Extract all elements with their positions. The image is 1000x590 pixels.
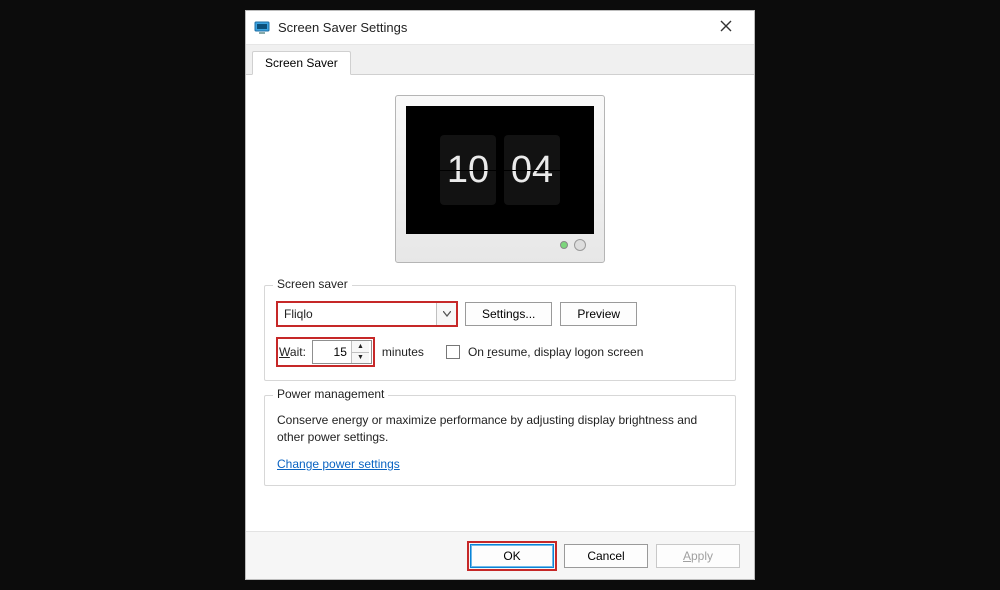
- wait-group: Wait: ▲ ▼: [277, 338, 374, 366]
- clock-minutes: 04: [504, 135, 560, 205]
- screensaver-select[interactable]: Fliqlo: [277, 302, 457, 326]
- wait-label: Wait:: [279, 345, 306, 359]
- monitor-power-icon: [574, 239, 586, 251]
- power-description: Conserve energy or maximize performance …: [277, 412, 723, 447]
- apply-button[interactable]: Apply: [656, 544, 740, 568]
- wait-spinner[interactable]: ▲ ▼: [312, 340, 372, 364]
- preview-screen: 10 04: [406, 106, 594, 234]
- monitor-illustration: 10 04: [395, 95, 605, 263]
- monitor-led-icon: [560, 241, 568, 249]
- screensaver-preview-button[interactable]: Preview: [560, 302, 637, 326]
- ok-button[interactable]: OK: [470, 544, 554, 568]
- screensaver-preview: 10 04: [264, 95, 736, 263]
- chevron-down-icon: [436, 303, 456, 325]
- dialog-body: 10 04 Screen saver Fliqlo: [246, 75, 754, 531]
- screensaver-settings-dialog: Screen Saver Settings Screen Saver 10 04: [245, 10, 755, 580]
- app-icon: [254, 20, 270, 36]
- window-title: Screen Saver Settings: [278, 20, 706, 35]
- title-bar: Screen Saver Settings: [246, 11, 754, 45]
- screensaver-settings-button[interactable]: Settings...: [465, 302, 552, 326]
- cancel-button[interactable]: Cancel: [564, 544, 648, 568]
- tab-strip: Screen Saver: [246, 45, 754, 75]
- tab-screen-saver[interactable]: Screen Saver: [252, 51, 351, 75]
- screensaver-group: Screen saver Fliqlo Settings... Preview …: [264, 285, 736, 381]
- dialog-footer: OK Cancel Apply: [246, 531, 754, 579]
- wait-input[interactable]: [313, 341, 351, 363]
- screensaver-select-value: Fliqlo: [278, 303, 436, 325]
- clock-hours: 10: [440, 135, 496, 205]
- close-icon: [720, 19, 732, 36]
- wait-unit: minutes: [382, 345, 424, 359]
- power-group-label: Power management: [273, 387, 388, 401]
- power-management-group: Power management Conserve energy or maxi…: [264, 395, 736, 486]
- spinner-down-icon[interactable]: ▼: [352, 353, 369, 364]
- spinner-up-icon[interactable]: ▲: [352, 341, 369, 353]
- screensaver-group-label: Screen saver: [273, 277, 352, 291]
- close-button[interactable]: [706, 14, 746, 42]
- change-power-settings-link[interactable]: Change power settings: [277, 457, 400, 471]
- resume-logon-label: On resume, display logon screen: [468, 345, 643, 359]
- resume-logon-checkbox[interactable]: [446, 345, 460, 359]
